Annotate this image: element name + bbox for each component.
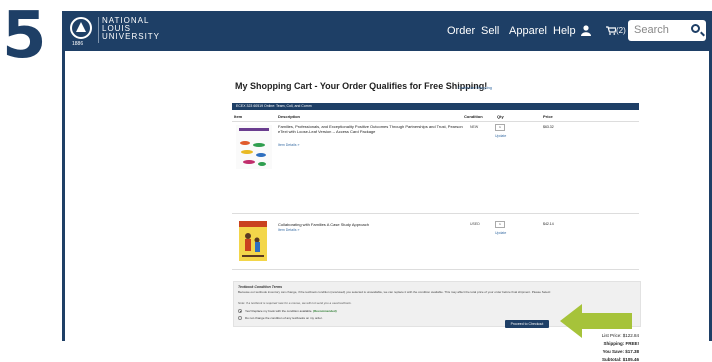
col-condition: Condition [464,114,483,119]
cart-icon[interactable] [606,26,616,35]
item-condition: NEW [470,125,479,129]
item-details-link[interactable]: Item Details » [278,143,299,147]
col-qty: Qty [497,114,504,119]
item-title[interactable]: Families, Professionals, and Exceptional… [278,124,463,134]
terms-text: Because our textbook inventory can chang… [238,290,551,294]
browser-frame: 1886 NATIONAL LOUIS UNIVERSITY Order Sel… [62,11,712,362]
nav-apparel[interactable]: Apparel [509,25,547,37]
cart-page: My Shopping Cart - Your Order Qualifies … [65,51,709,362]
item-price: $63.32 [543,125,554,129]
col-description: Description [278,114,301,119]
cart-count[interactable]: (2) [616,26,626,35]
qty-select[interactable]: 1 [495,124,505,131]
replace-radio[interactable] [238,309,242,313]
replace-option[interactable]: Yes! Replace my book with the condition … [245,309,337,313]
proceed-to-checkout-button[interactable]: Proceed to Checkout [505,320,549,328]
book-cover-image[interactable] [236,125,272,169]
shipping: Shipping: FREE! [603,341,640,346]
item-price: $42.14 [543,222,554,226]
recommended-tag: (Recommended) [313,309,337,313]
header-divider [232,121,639,122]
update-link[interactable]: Update [495,134,506,138]
row-divider [232,213,639,214]
pointer-arrow-icon [560,304,632,338]
no-change-label[interactable]: Do not change the condition of any textb… [245,316,323,320]
top-navbar: 1886 NATIONAL LOUIS UNIVERSITY Order Sel… [62,11,712,51]
logo-text[interactable]: NATIONAL LOUIS UNIVERSITY [102,17,160,41]
nav-help[interactable]: Help [553,25,576,37]
row-divider [232,269,639,270]
col-item: Item [234,114,243,119]
col-price: Price [543,114,553,119]
search-icon[interactable] [691,24,700,33]
page-title: My Shopping Cart - Your Order Qualifies … [235,81,488,91]
search-box[interactable]: Search [628,20,706,41]
replace-label: Yes! Replace my book with the condition … [245,309,313,313]
search-input[interactable]: Search [634,24,669,36]
qty-select[interactable]: 1 [495,221,505,228]
you-save: You Save: $17.38 [602,349,639,354]
terms-note: Note: If a textbook is required new for … [238,301,352,305]
logo-divider [98,17,99,43]
item-details-link[interactable]: Item Details » [278,228,299,232]
update-link[interactable]: Update [495,231,506,235]
step-number: 5 [2,0,47,73]
terms-heading: Textbook Condition Terms [238,285,283,289]
university-logo-icon[interactable] [70,17,92,39]
book-cover-image[interactable] [239,221,267,261]
item-title[interactable]: Collaborating with Families A Case Study… [278,222,463,227]
course-header: ECEX 323 60519 Online: Team, Coll, and C… [232,103,639,110]
logo-year: 1886 [72,41,84,47]
no-change-radio[interactable] [238,316,242,320]
subtotal: Subtotal: $105.46 [601,357,639,362]
item-condition: USED [470,222,480,226]
nav-order[interactable]: Order [447,25,475,37]
continue-shopping-link[interactable]: Continue Shopping [458,85,492,90]
logo-line-3: UNIVERSITY [102,32,161,41]
user-account-icon[interactable] [581,25,591,36]
nav-sell[interactable]: Sell [481,25,499,37]
